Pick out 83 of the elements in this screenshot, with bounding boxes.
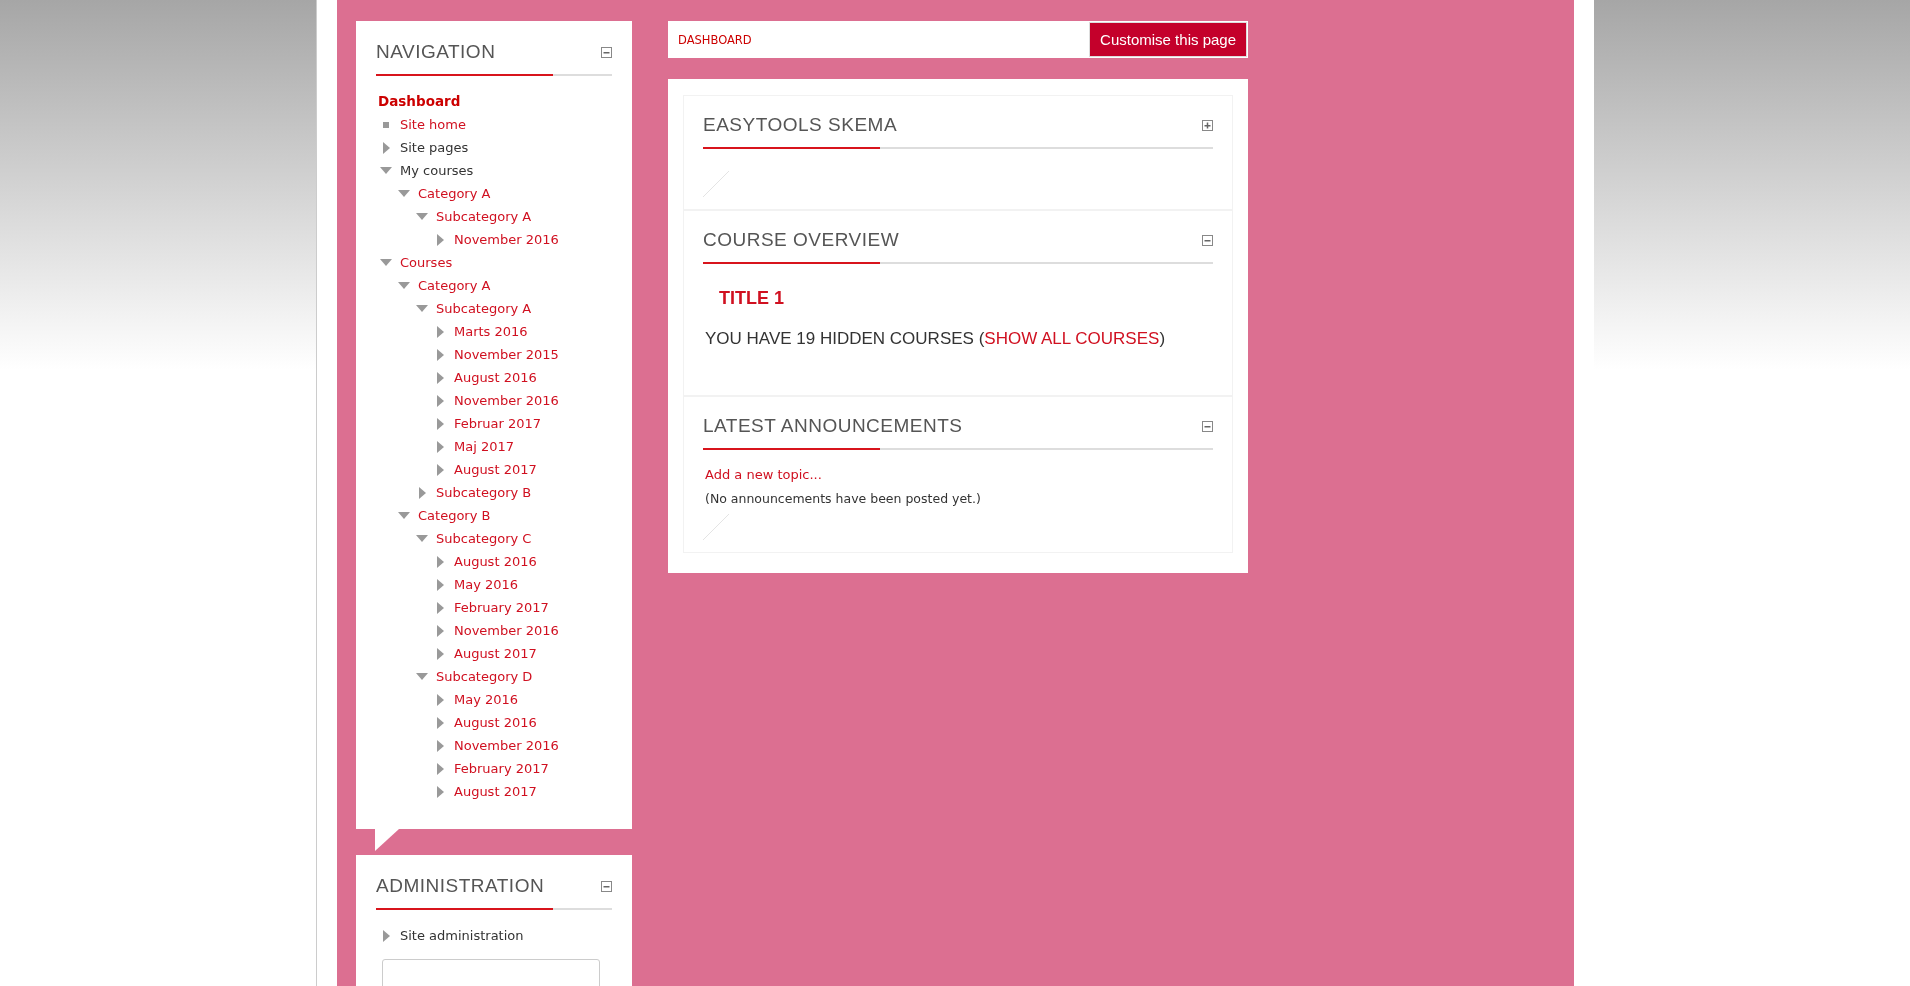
nav-item[interactable]: February 2017 <box>454 761 549 776</box>
nav-item[interactable]: Subcategory A <box>436 209 532 224</box>
expanded-arrow-icon[interactable] <box>398 512 410 519</box>
nav-item[interactable]: August 2016 <box>454 554 537 569</box>
nav-item[interactable]: Category B <box>418 508 491 523</box>
expanded-arrow-icon[interactable] <box>416 673 428 680</box>
block-title: ADMINISTRATION <box>376 874 545 898</box>
collapsed-arrow-icon[interactable] <box>437 348 444 361</box>
collapsed-arrow-icon[interactable] <box>437 739 444 752</box>
nav-item[interactable]: Subcategory D <box>436 669 533 684</box>
nav-item[interactable]: August 2017 <box>454 784 537 799</box>
expanded-arrow-icon[interactable] <box>416 213 428 220</box>
nav-item[interactable]: May 2016 <box>454 692 519 707</box>
block-title: EASYTOOLS SKEMA <box>703 113 898 137</box>
collapsed-arrow-icon[interactable] <box>437 417 444 430</box>
corner-line <box>703 514 729 540</box>
nav-item[interactable]: My courses <box>400 163 474 178</box>
customise-button[interactable]: Customise this page <box>1089 22 1247 57</box>
collapsed-arrow-icon[interactable] <box>437 440 444 453</box>
breadcrumb-link[interactable]: DASHBOARD <box>678 32 752 47</box>
nav-item[interactable]: Category A <box>418 186 491 201</box>
collapse-icon[interactable] <box>601 46 612 58</box>
nav-item[interactable]: Category A <box>418 278 491 293</box>
bullet-icon <box>383 121 389 128</box>
collapsed-arrow-icon[interactable] <box>437 647 444 660</box>
nav-item[interactable]: Februar 2017 <box>454 416 542 431</box>
collapsed-arrow-icon[interactable] <box>437 233 444 246</box>
nav-item[interactable]: Subcategory B <box>436 485 532 500</box>
block-title: COURSE OVERVIEW <box>703 228 900 252</box>
collapse-icon[interactable] <box>1202 234 1213 246</box>
collapsed-arrow-icon[interactable] <box>437 762 444 775</box>
nav-item[interactable]: November 2016 <box>454 623 559 638</box>
collapse-icon[interactable] <box>1202 420 1213 432</box>
expanded-arrow-icon[interactable] <box>380 167 392 174</box>
nav-item[interactable]: Subcategory A <box>436 301 532 316</box>
collapsed-arrow-icon[interactable] <box>419 486 426 499</box>
nav-item[interactable]: Courses <box>400 255 453 270</box>
nav-item[interactable]: November 2016 <box>454 738 559 753</box>
block-title: LATEST ANNOUNCEMENTS <box>703 414 963 438</box>
nav-item[interactable]: May 2016 <box>454 577 519 592</box>
nav-item[interactable]: Marts 2016 <box>454 324 528 339</box>
collapsed-arrow-icon[interactable] <box>437 716 444 729</box>
announcement-message: (No announcements have been posted yet.) <box>705 491 982 506</box>
nav-item[interactable]: August 2016 <box>454 370 537 385</box>
nav-item[interactable]: Subcategory C <box>436 531 532 546</box>
expanded-arrow-icon[interactable] <box>398 282 410 289</box>
expanded-arrow-icon[interactable] <box>398 190 410 197</box>
nav-item[interactable]: August 2017 <box>454 646 537 661</box>
collapsed-arrow-icon[interactable] <box>437 371 444 384</box>
collapsed-arrow-icon[interactable] <box>437 463 444 476</box>
collapsed-arrow-icon[interactable] <box>383 929 390 942</box>
collapsed-arrow-icon[interactable] <box>437 325 444 338</box>
collapsed-arrow-icon[interactable] <box>437 555 444 568</box>
nav-item[interactable]: Site pages <box>400 140 469 155</box>
add-topic-link[interactable]: Add a new topic... <box>705 467 822 482</box>
dashboard-link[interactable]: Dashboard <box>376 90 612 113</box>
collapsed-arrow-icon[interactable] <box>437 785 444 798</box>
hidden-courses-text: YOU HAVE 19 HIDDEN COURSES (SHOW ALL COURSES) <box>705 329 1167 349</box>
expanded-arrow-icon[interactable] <box>416 305 428 312</box>
collapsed-arrow-icon[interactable] <box>437 578 444 591</box>
corner-line <box>703 171 729 197</box>
nav-item[interactable]: Maj 2017 <box>454 439 514 454</box>
nav-item[interactable]: November 2016 <box>454 393 559 408</box>
collapsed-arrow-icon[interactable] <box>437 601 444 614</box>
collapsed-arrow-icon[interactable] <box>437 693 444 706</box>
expanded-arrow-icon[interactable] <box>380 259 392 266</box>
course-title[interactable]: TITLE 1 <box>719 288 1213 309</box>
expanded-arrow-icon[interactable] <box>416 535 428 542</box>
nav-item[interactable]: Site administration <box>400 928 524 943</box>
show-all-link[interactable]: SHOW ALL COURSES <box>984 329 1160 348</box>
block-title: NAVIGATION <box>376 40 496 64</box>
nav-item[interactable]: November 2015 <box>454 347 559 362</box>
expand-icon[interactable] <box>1202 119 1213 131</box>
nav-item[interactable]: Site home <box>400 117 466 132</box>
nav-item[interactable]: November 2016 <box>454 232 559 247</box>
collapsed-arrow-icon[interactable] <box>437 394 444 407</box>
collapsed-arrow-icon[interactable] <box>437 624 444 637</box>
collapsed-arrow-icon[interactable] <box>383 141 390 154</box>
nav-item[interactable]: August 2017 <box>454 462 537 477</box>
search-field[interactable] <box>382 959 600 986</box>
nav-item[interactable]: August 2016 <box>454 715 537 730</box>
nav-item[interactable]: February 2017 <box>454 600 549 615</box>
collapse-icon[interactable] <box>601 880 612 892</box>
